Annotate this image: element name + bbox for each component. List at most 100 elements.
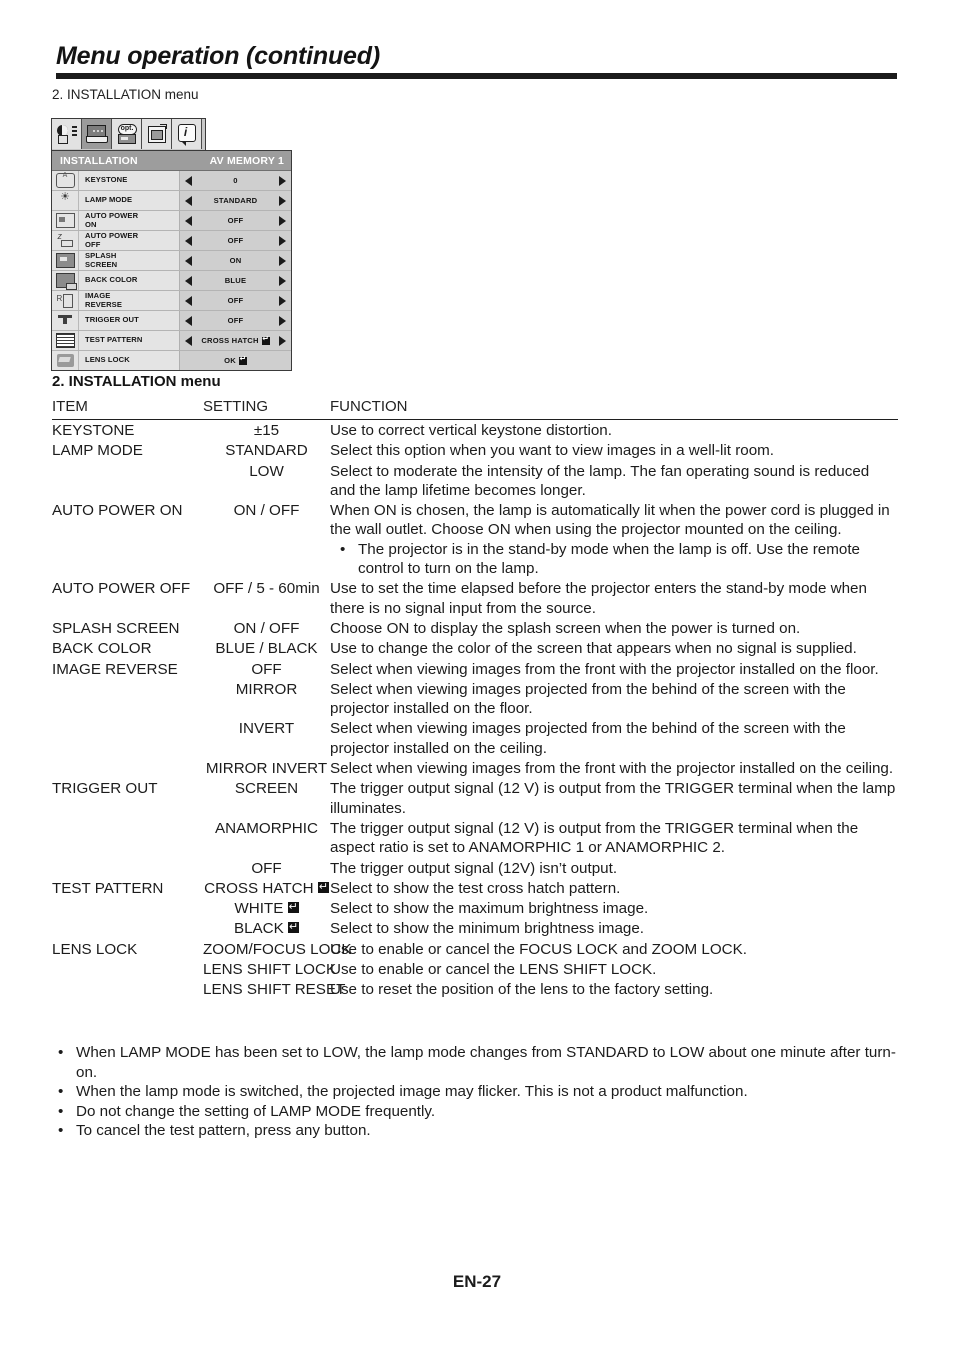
osd-row-value-control[interactable]: OFF <box>179 211 291 230</box>
osd-row-label-text: IMAGE REVERSE <box>85 290 122 309</box>
left-arrow-icon[interactable] <box>185 235 192 246</box>
osd-row-back-color[interactable]: BACK COLOR BLUE <box>52 271 291 291</box>
cell-setting: BLACK <box>203 918 330 938</box>
osd-row-lens-lock[interactable]: LENS LOCK OK <box>52 351 291 370</box>
cell-item <box>52 918 203 919</box>
cell-function: The trigger output signal (12 V) is outp… <box>330 780 896 817</box>
note-item: • When LAMP MODE has been set to LOW, th… <box>58 1043 898 1082</box>
cell-function: When ON is chosen, the lamp is automatic… <box>330 500 898 578</box>
column-header-item: ITEM <box>52 398 88 415</box>
notes-list: • When LAMP MODE has been set to LOW, th… <box>58 1043 898 1141</box>
table-row: LENS SHIFT RESET Use to reset the positi… <box>52 979 898 999</box>
table-row: AUTO POWER ON ON / OFF When ON is chosen… <box>52 500 898 578</box>
cell-item <box>52 758 203 759</box>
right-arrow-icon[interactable] <box>279 175 286 186</box>
osd-row-trigger-out[interactable]: TRIGGER OUT OFF <box>52 311 291 331</box>
table-row: BLACK Select to show the minimum brightn… <box>52 918 898 938</box>
osd-row-keystone[interactable]: KEYSTONE 0 <box>52 171 291 191</box>
osd-row-value-control[interactable]: CROSS HATCH <box>179 331 291 350</box>
osd-row-value-control[interactable]: OFF <box>179 291 291 310</box>
osd-row-value-control[interactable]: OFF <box>179 231 291 250</box>
back-color-icon <box>52 271 79 290</box>
table-row: OFF The trigger output signal (12V) isn’… <box>52 858 898 878</box>
lamp-mode-icon <box>52 190 79 210</box>
enter-key-icon <box>317 880 329 893</box>
osd-row-image-reverse[interactable]: IMAGE REVERSE OFF <box>52 291 291 311</box>
osd-tab-image-adjust[interactable] <box>52 119 82 149</box>
left-arrow-icon[interactable] <box>185 315 192 326</box>
osd-memory-label: AV MEMORY 1 <box>209 154 284 167</box>
osd-row-test-pattern[interactable]: TEST PATTERN CROSS HATCH <box>52 331 291 351</box>
osd-row-value: CROSS HATCH <box>201 336 259 345</box>
osd-row-value-control[interactable]: BLUE <box>179 271 291 290</box>
osd-row-splash-screen[interactable]: SPLASH SCREEN ON <box>52 251 291 271</box>
left-arrow-icon[interactable] <box>185 215 192 226</box>
cell-function: Use to set the time elapsed before the p… <box>330 580 867 617</box>
table-row: AUTO POWER OFF OFF / 5 - 60min Use to se… <box>52 578 898 618</box>
osd-row-label-text: AUTO POWER OFF <box>85 230 139 249</box>
cell-setting: OFF / 5 - 60min <box>213 580 320 598</box>
cell-function: The trigger output signal (12 V) is outp… <box>330 819 859 857</box>
note-text: When the lamp mode is switched, the proj… <box>76 1083 748 1101</box>
cell-setting: ANAMORPHIC <box>215 819 318 837</box>
auto-power-off-icon <box>52 231 79 250</box>
table-row: BACK COLOR BLUE / BLACK Use to change th… <box>52 638 898 658</box>
cell-function: Select when viewing images from the fron… <box>330 660 879 678</box>
osd-row-auto-power-off[interactable]: AUTO POWER OFF OFF <box>52 231 291 251</box>
left-arrow-icon[interactable] <box>185 275 192 286</box>
column-header-function: FUNCTION <box>330 398 408 415</box>
osd-row-auto-power-on[interactable]: AUTO POWER ON OFF <box>52 211 291 231</box>
section-title: 2. INSTALLATION menu <box>52 373 221 390</box>
osd-tab-information[interactable]: i <box>172 119 202 149</box>
osd-menu-title: INSTALLATION <box>60 154 138 167</box>
right-arrow-icon[interactable] <box>279 255 286 266</box>
osd-row-value-control[interactable]: STANDARD <box>179 191 291 210</box>
cell-setting: LENS SHIFT LOCK <box>203 961 337 979</box>
osd-tab-option[interactable]: opt. <box>112 119 142 149</box>
osd-row-label: LAMP MODE <box>85 195 133 205</box>
cell-function: Select to show the minimum brightness im… <box>330 920 645 938</box>
left-arrow-icon[interactable] <box>185 195 192 206</box>
left-arrow-icon[interactable] <box>185 255 192 266</box>
osd-row-value-control[interactable]: 0 <box>179 171 291 190</box>
osd-row-label: BACK COLOR <box>85 275 138 285</box>
table-row: LOW Select to moderate the intensity of … <box>52 461 898 501</box>
left-arrow-icon[interactable] <box>185 335 192 346</box>
osd-tab-signal[interactable] <box>142 119 172 149</box>
bullet-icon: • <box>58 1102 64 1120</box>
osd-row-value-control[interactable]: OK <box>179 351 291 370</box>
cell-setting: INVERT <box>238 720 295 738</box>
right-arrow-icon[interactable] <box>279 215 286 226</box>
right-arrow-icon[interactable] <box>279 235 286 246</box>
cell-setting: SCREEN <box>234 780 299 798</box>
table-row: TRIGGER OUT SCREEN The trigger output si… <box>52 778 898 818</box>
osd-row-value: BLUE <box>224 276 247 285</box>
table-row: LENS LOCK ZOOM/FOCUS LOCK Use to enable … <box>52 939 898 959</box>
cell-item <box>52 858 203 859</box>
cell-function: Select to show the maximum brightness im… <box>330 900 649 918</box>
right-arrow-icon[interactable] <box>279 295 286 306</box>
osd-row-label: AUTO POWER ON <box>79 211 179 230</box>
osd-row-lamp-mode[interactable]: LAMP MODE STANDARD <box>52 190 291 211</box>
cell-item <box>52 979 203 980</box>
cell-function: Select when viewing images projected fro… <box>330 680 846 718</box>
right-arrow-icon[interactable] <box>279 275 286 286</box>
cell-setting: OFF <box>251 859 282 877</box>
left-arrow-icon[interactable] <box>185 295 192 306</box>
osd-row-value-control[interactable]: ON <box>179 251 291 270</box>
cell-item: TEST PATTERN <box>52 879 164 897</box>
left-arrow-icon[interactable] <box>185 175 192 186</box>
cell-function: The trigger output signal (12V) isn’t ou… <box>330 859 618 877</box>
cell-function: Select this option when you want to view… <box>330 442 775 460</box>
cell-item <box>52 818 203 819</box>
right-arrow-icon[interactable] <box>279 315 286 326</box>
auto-power-on-icon <box>52 211 79 230</box>
cell-item <box>52 718 203 719</box>
osd-row-value-control[interactable]: OFF <box>179 311 291 330</box>
right-arrow-icon[interactable] <box>279 335 286 346</box>
cell-function: Use to reset the position of the lens to… <box>330 981 714 999</box>
right-arrow-icon[interactable] <box>279 195 286 206</box>
page-number: EN-27 <box>452 1272 502 1291</box>
osd-tab-installation[interactable] <box>82 119 112 149</box>
table-header-row: ITEM SETTING FUNCTION <box>52 398 898 420</box>
